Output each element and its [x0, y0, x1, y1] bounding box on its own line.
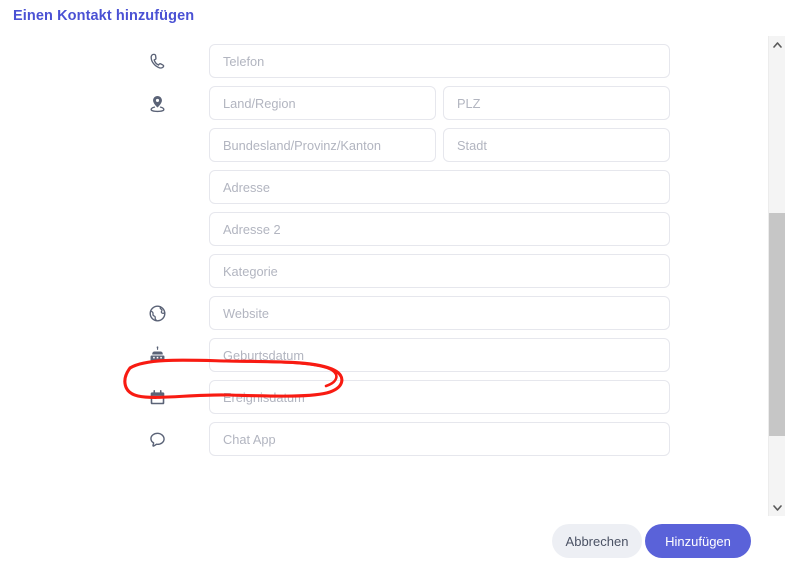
form-row: Website — [0, 296, 762, 330]
form-row: Ereignisdatum — [0, 380, 762, 414]
dialog-footer: Abbrechen Hinzufügen — [0, 524, 762, 560]
city-input[interactable]: Stadt — [443, 128, 670, 162]
chat-bubble-icon — [146, 428, 168, 450]
globe-icon — [146, 302, 168, 324]
contact-form: Telefon Land/Region PLZ Bundesland/Provinz/… — [0, 44, 762, 504]
birthday-input[interactable]: Geburtsdatum — [209, 338, 670, 372]
form-row: Telefon — [0, 44, 762, 78]
cancel-button[interactable]: Abbrechen — [552, 524, 642, 558]
address-input[interactable]: Adresse — [209, 170, 670, 204]
birthday-cake-icon — [146, 344, 168, 366]
page-title: Einen Kontakt hinzufügen — [13, 8, 195, 24]
form-row: Bundesland/Provinz/Kanton Stadt — [0, 128, 762, 162]
scrollbar-track[interactable] — [769, 53, 785, 499]
state-province-input[interactable]: Bundesland/Provinz/Kanton — [209, 128, 436, 162]
form-row: Adresse 2 — [0, 212, 762, 246]
form-row: Chat App — [0, 422, 762, 456]
category-input[interactable]: Kategorie — [209, 254, 670, 288]
event-date-input[interactable]: Ereignisdatum — [209, 380, 670, 414]
website-input[interactable]: Website — [209, 296, 670, 330]
chat-app-input[interactable]: Chat App — [209, 422, 670, 456]
chevron-down-icon[interactable] — [769, 499, 785, 516]
form-row: Geburtsdatum — [0, 338, 762, 372]
form-row: Land/Region PLZ — [0, 86, 762, 120]
vertical-scrollbar[interactable] — [768, 36, 785, 516]
form-row: Adresse — [0, 170, 762, 204]
phone-input[interactable]: Telefon — [209, 44, 670, 78]
chevron-up-icon[interactable] — [769, 36, 785, 53]
phone-icon — [146, 50, 168, 72]
add-button[interactable]: Hinzufügen — [645, 524, 751, 558]
country-region-input[interactable]: Land/Region — [209, 86, 436, 120]
form-row: Kategorie — [0, 254, 762, 288]
postal-code-input[interactable]: PLZ — [443, 86, 670, 120]
address-2-input[interactable]: Adresse 2 — [209, 212, 670, 246]
scrollbar-thumb[interactable] — [769, 213, 785, 436]
calendar-icon — [146, 386, 168, 408]
location-pin-icon — [146, 92, 168, 114]
